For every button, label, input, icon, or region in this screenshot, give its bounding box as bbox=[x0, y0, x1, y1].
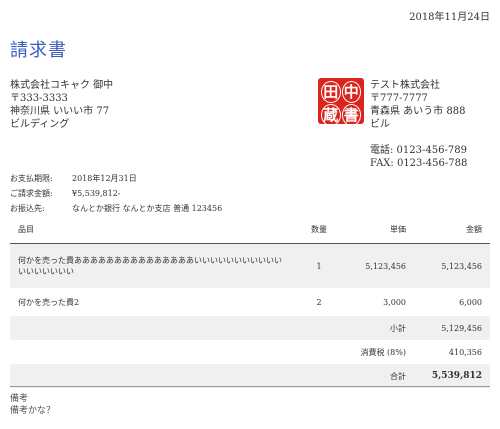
cell-qty: 2 bbox=[316, 297, 322, 307]
page-title: 請求書 bbox=[10, 40, 67, 61]
items-table: 品目 数量 単価 金額 何かを売った費あああああああああああああああいいいいいい… bbox=[10, 216, 490, 388]
tax-label: 消費税 (8%) bbox=[360, 347, 406, 357]
payment-info: お支払期限: 2018年12月31日 ご請求金額: ¥5,539,812- お振… bbox=[10, 171, 222, 216]
due-date-label: お支払期限: bbox=[10, 174, 53, 183]
sender-address1: 青森県 あいう市 888 bbox=[370, 106, 466, 117]
seal-char: 田 bbox=[321, 81, 341, 103]
cell-amount: 5,123,456 bbox=[414, 243, 490, 288]
remarks-divider bbox=[10, 386, 490, 387]
sender-phone: 電話: 0123-456-789 bbox=[370, 145, 467, 156]
header-item: 品目 bbox=[10, 216, 296, 244]
cell-item: 何かを売った費2 bbox=[18, 297, 80, 307]
recipient-address2: ビルディング bbox=[10, 119, 70, 130]
total-value: 5,539,812 bbox=[414, 364, 490, 388]
seal-char: 書 bbox=[341, 104, 361, 126]
bank-label: お振込先: bbox=[10, 204, 45, 213]
table-header-row: 品目 数量 単価 金額 bbox=[10, 216, 490, 244]
due-date-value: 2018年12月31日 bbox=[72, 174, 137, 183]
sender-postal: 〒777-7777 bbox=[370, 93, 428, 104]
cell-amount: 6,000 bbox=[459, 297, 482, 307]
sender-name: テスト株式会社 bbox=[370, 80, 440, 91]
cell-unit: 3,000 bbox=[383, 297, 406, 307]
invoice-date: 2018年11月24日 bbox=[409, 12, 490, 23]
amount-label: ご請求金額: bbox=[10, 189, 53, 198]
subtotal-label: 小計 bbox=[10, 316, 414, 340]
amount-value: ¥5,539,812- bbox=[72, 189, 121, 198]
cell-item: 何かを売った費あああああああああああああああいいいいいいいいいいいいいいいいいい bbox=[10, 243, 296, 288]
remarks-text: 備考かな？ bbox=[10, 406, 56, 416]
seal-char: 中 bbox=[341, 81, 361, 103]
total-row: 合計 5,539,812 bbox=[10, 364, 490, 388]
table-row: 何かを売った費あああああああああああああああいいいいいいいいいいいいいいいいいい… bbox=[10, 243, 490, 288]
cell-unit: 5,123,456 bbox=[342, 243, 414, 288]
recipient-name: 株式会社コキャク 御中 bbox=[10, 80, 114, 91]
header-qty: 数量 bbox=[296, 216, 342, 244]
sender-fax: FAX: 0123-456-788 bbox=[370, 158, 468, 169]
header-unit: 単価 bbox=[342, 216, 414, 244]
subtotal-value: 5,129,456 bbox=[414, 316, 490, 340]
subtotal-row: 小計 5,129,456 bbox=[10, 316, 490, 340]
sender-block: テスト株式会社 〒777-7777 青森県 あいう市 888 ビル bbox=[370, 79, 465, 131]
recipient-postal: 〒333-3333 bbox=[10, 93, 68, 104]
cell-qty: 1 bbox=[296, 243, 342, 288]
bank-value: なんとか銀行 なんとか支店 普通 123456 bbox=[72, 204, 223, 213]
tax-value: 410,356 bbox=[448, 347, 482, 357]
recipient-address1: 神奈川県 いいい市 77 bbox=[10, 106, 110, 117]
sender-contact: 電話: 0123-456-789 FAX: 0123-456-788 bbox=[370, 144, 467, 170]
tax-row: 消費税 (8%) 410,356 bbox=[10, 340, 490, 364]
recipient-block: 株式会社コキャク 御中 〒333-3333 神奈川県 いいい市 77 ビルディン… bbox=[10, 79, 113, 131]
remarks-label: 備考 bbox=[10, 394, 29, 404]
table-row: 何かを売った費2 2 3,000 6,000 bbox=[10, 288, 490, 316]
sender-address2: ビル bbox=[370, 119, 390, 130]
seal-char: 蔵 bbox=[321, 104, 341, 126]
header-amount: 金額 bbox=[414, 216, 490, 244]
company-seal-stamp: 田 中 蔵 書 bbox=[318, 78, 364, 126]
remarks-block: 備考 備考かな？ bbox=[10, 393, 55, 417]
total-label: 合計 bbox=[10, 364, 414, 388]
